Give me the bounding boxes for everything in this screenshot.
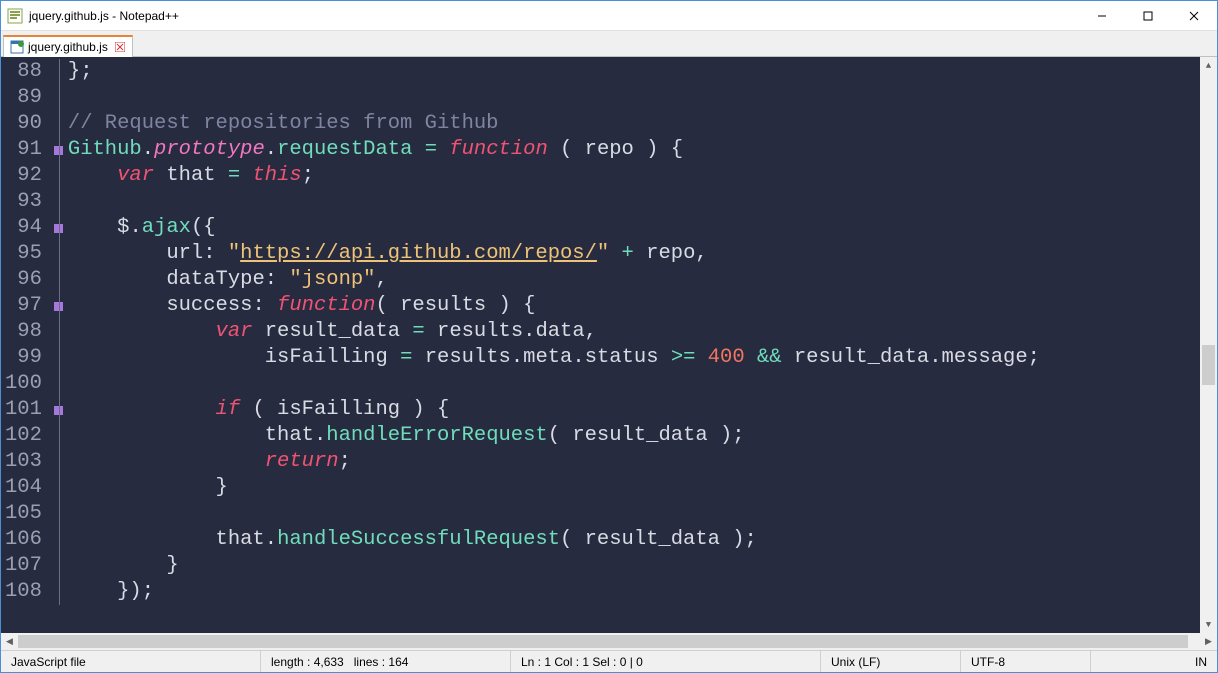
fold-marker[interactable] xyxy=(50,111,68,137)
line-number: 98 xyxy=(5,319,42,345)
tab-close-icon[interactable] xyxy=(114,41,126,53)
line-number: 102 xyxy=(5,423,42,449)
line-number: 104 xyxy=(5,475,42,501)
code-line[interactable]: that.handleSuccessfulRequest( result_dat… xyxy=(68,527,1200,553)
line-number: 91 xyxy=(5,137,42,163)
scroll-right-icon[interactable]: ▶ xyxy=(1200,633,1217,650)
code-line[interactable]: }); xyxy=(68,579,1200,605)
fold-marker[interactable] xyxy=(50,579,68,605)
code-line[interactable]: that.handleErrorRequest( result_data ); xyxy=(68,423,1200,449)
code-line[interactable]: success: function( results ) { xyxy=(68,293,1200,319)
fold-marker[interactable] xyxy=(50,345,68,371)
line-number: 92 xyxy=(5,163,42,189)
fold-marker[interactable] xyxy=(50,215,68,241)
scroll-left-icon[interactable]: ◀ xyxy=(1,633,18,650)
fold-marker[interactable] xyxy=(50,371,68,397)
scroll-thumb-h[interactable] xyxy=(18,635,1188,648)
code-line[interactable]: $.ajax({ xyxy=(68,215,1200,241)
code-line[interactable]: } xyxy=(68,553,1200,579)
tab-file[interactable]: jquery.github.js xyxy=(3,35,133,57)
titlebar: jquery.github.js - Notepad++ xyxy=(1,1,1217,31)
status-eol: Unix (LF) xyxy=(821,651,961,672)
line-number: 108 xyxy=(5,579,42,605)
fold-marker[interactable] xyxy=(50,475,68,501)
fold-marker[interactable] xyxy=(50,397,68,423)
close-button[interactable] xyxy=(1171,1,1217,30)
code-line[interactable] xyxy=(68,85,1200,111)
fold-marker[interactable] xyxy=(50,527,68,553)
code-line[interactable]: // Request repositories from Github xyxy=(68,111,1200,137)
scroll-thumb[interactable] xyxy=(1202,345,1215,385)
line-number: 88 xyxy=(5,59,42,85)
code-editor[interactable]: 8889909192939495969798991001011021031041… xyxy=(1,57,1217,633)
app-icon xyxy=(7,8,23,24)
line-number: 96 xyxy=(5,267,42,293)
code-line[interactable]: url: "https://api.github.com/repos/" + r… xyxy=(68,241,1200,267)
code-line[interactable]: dataType: "jsonp", xyxy=(68,267,1200,293)
fold-marker[interactable] xyxy=(50,137,68,163)
tab-label: jquery.github.js xyxy=(28,40,108,54)
scroll-track-h[interactable] xyxy=(18,633,1200,650)
fold-marker[interactable] xyxy=(50,449,68,475)
status-filetype: JavaScript file xyxy=(1,651,261,672)
fold-marker[interactable] xyxy=(50,189,68,215)
fold-marker[interactable] xyxy=(50,423,68,449)
status-bar: JavaScript file length : 4,633 lines : 1… xyxy=(1,650,1217,672)
fold-marker[interactable] xyxy=(50,163,68,189)
tab-bar: jquery.github.js xyxy=(1,31,1217,57)
editor-area: 8889909192939495969798991001011021031041… xyxy=(1,57,1217,650)
status-length: length : 4,633 lines : 164 xyxy=(261,651,511,672)
line-number: 95 xyxy=(5,241,42,267)
code-line[interactable]: return; xyxy=(68,449,1200,475)
fold-marker[interactable] xyxy=(50,319,68,345)
line-number: 99 xyxy=(5,345,42,371)
line-number: 107 xyxy=(5,553,42,579)
window-controls xyxy=(1079,1,1217,30)
code-line[interactable]: if ( isFailling ) { xyxy=(68,397,1200,423)
scroll-up-icon[interactable]: ▲ xyxy=(1200,57,1217,74)
status-position: Ln : 1 Col : 1 Sel : 0 | 0 xyxy=(511,651,821,672)
vertical-scrollbar[interactable]: ▲ ▼ xyxy=(1200,57,1217,633)
fold-marker[interactable] xyxy=(50,59,68,85)
scroll-track[interactable] xyxy=(1200,74,1217,616)
code-content[interactable]: }; // Request repositories from GithubGit… xyxy=(68,57,1200,633)
window-title: jquery.github.js - Notepad++ xyxy=(29,9,1079,23)
fold-marker[interactable] xyxy=(50,553,68,579)
code-line[interactable]: var result_data = results.data, xyxy=(68,319,1200,345)
line-number: 90 xyxy=(5,111,42,137)
line-number: 105 xyxy=(5,501,42,527)
fold-marker[interactable] xyxy=(50,241,68,267)
line-number: 103 xyxy=(5,449,42,475)
line-number: 89 xyxy=(5,85,42,111)
code-line[interactable] xyxy=(68,189,1200,215)
code-line[interactable]: }; xyxy=(68,59,1200,85)
code-line[interactable]: isFailling = results.meta.status >= 400 … xyxy=(68,345,1200,371)
fold-marker[interactable] xyxy=(50,501,68,527)
code-line[interactable] xyxy=(68,501,1200,527)
fold-marker[interactable] xyxy=(50,293,68,319)
line-number-gutter: 8889909192939495969798991001011021031041… xyxy=(1,57,50,633)
line-number: 100 xyxy=(5,371,42,397)
line-number: 101 xyxy=(5,397,42,423)
status-encoding: UTF-8 xyxy=(961,651,1091,672)
line-number: 93 xyxy=(5,189,42,215)
line-number: 97 xyxy=(5,293,42,319)
scroll-down-icon[interactable]: ▼ xyxy=(1200,616,1217,633)
code-line[interactable] xyxy=(68,371,1200,397)
line-number: 106 xyxy=(5,527,42,553)
code-line[interactable]: Github.prototype.requestData = function … xyxy=(68,137,1200,163)
file-icon xyxy=(10,40,24,54)
horizontal-scrollbar[interactable]: ◀ ▶ xyxy=(1,633,1217,650)
line-number: 94 xyxy=(5,215,42,241)
minimize-button[interactable] xyxy=(1079,1,1125,30)
fold-column[interactable] xyxy=(50,57,68,633)
fold-marker[interactable] xyxy=(50,267,68,293)
code-line[interactable]: } xyxy=(68,475,1200,501)
maximize-button[interactable] xyxy=(1125,1,1171,30)
fold-marker[interactable] xyxy=(50,85,68,111)
status-mode: IN xyxy=(1185,651,1217,672)
code-line[interactable]: var that = this; xyxy=(68,163,1200,189)
